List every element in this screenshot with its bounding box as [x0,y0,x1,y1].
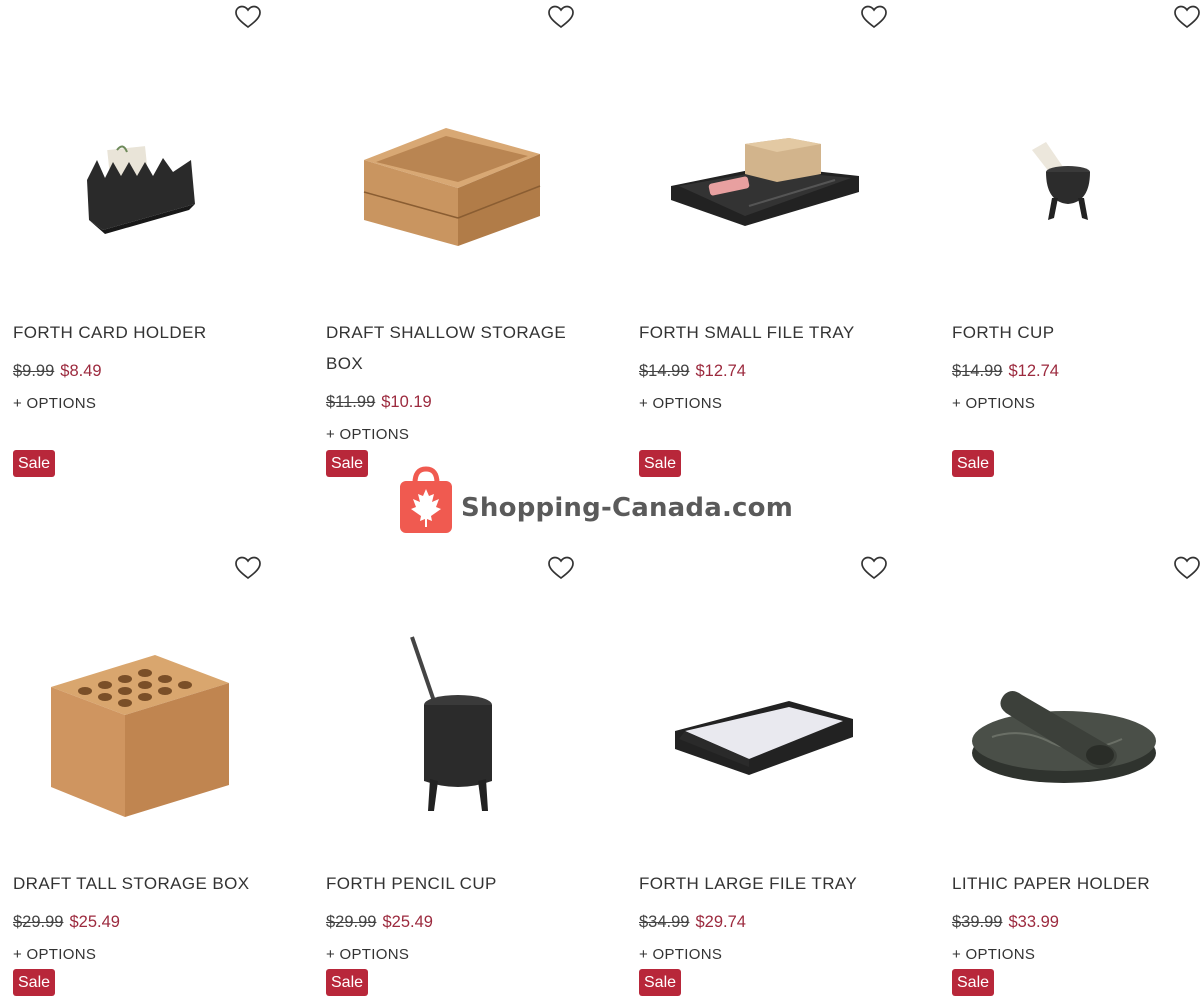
product-image[interactable] [13,621,285,841]
options-link[interactable]: + OPTIONS [326,946,409,963]
sale-badge: Sale [13,450,56,477]
product-image[interactable] [952,70,1200,290]
sale-badge: Sale [639,969,682,996]
sale-badge: Sale [326,450,369,477]
sale-price: $25.49 [382,913,433,931]
original-price: $9.99 [13,362,55,380]
wishlist-heart-icon[interactable] [1173,555,1200,581]
sale-badge: Sale [952,450,995,477]
product-image[interactable] [326,70,598,290]
price-row: $29.99 $25.49 [13,913,120,932]
wishlist-heart-icon[interactable] [860,555,888,581]
wishlist-heart-icon[interactable] [1173,4,1200,30]
wishlist-heart-icon[interactable] [860,4,888,30]
sale-price: $8.49 [60,362,102,380]
product-image[interactable] [639,70,911,290]
price-row: $29.99 $25.49 [326,913,433,932]
product-image[interactable] [952,621,1200,841]
wishlist-heart-icon[interactable] [547,4,575,30]
product-title[interactable]: FORTH LARGE FILE TRAY [639,868,899,899]
original-price: $34.99 [639,913,690,931]
sale-badge: Sale [13,969,56,996]
options-link[interactable]: + OPTIONS [326,426,409,443]
options-link[interactable]: + OPTIONS [13,395,96,412]
original-price: $14.99 [952,362,1003,380]
product-title[interactable]: FORTH CARD HOLDER [13,317,273,348]
sale-badge: Sale [326,969,369,996]
wishlist-heart-icon[interactable] [547,555,575,581]
options-link[interactable]: + OPTIONS [639,395,722,412]
original-price: $29.99 [326,913,377,931]
price-row: $9.99 $8.49 [13,362,102,381]
wishlist-heart-icon[interactable] [234,555,262,581]
price-row: $11.99 $10.19 [326,393,432,412]
options-link[interactable]: + OPTIONS [639,946,722,963]
price-row: $14.99 $12.74 [639,362,746,381]
product-image[interactable] [326,621,598,841]
sale-price: $25.49 [69,913,120,931]
product-title[interactable]: FORTH CUP [952,317,1200,348]
watermark-text: Shopping-Canada.com [461,493,794,523]
sale-price: $10.19 [381,393,432,411]
watermark: Shopping-Canada.com [399,465,794,540]
product-title[interactable]: FORTH PENCIL CUP [326,868,586,899]
original-price: $39.99 [952,913,1003,931]
original-price: $14.99 [639,362,690,380]
product-title[interactable]: DRAFT TALL STORAGE BOX [13,868,273,899]
maple-leaf-bag-icon [399,465,453,540]
product-title[interactable]: FORTH SMALL FILE TRAY [639,317,899,348]
wishlist-heart-icon[interactable] [234,4,262,30]
sale-price: $33.99 [1008,913,1059,931]
price-row: $34.99 $29.74 [639,913,746,932]
sale-price: $12.74 [695,362,746,380]
options-link[interactable]: + OPTIONS [13,946,96,963]
product-image[interactable] [13,70,285,290]
product-image[interactable] [639,621,911,841]
sale-badge: Sale [952,969,995,996]
sale-price: $12.74 [1008,362,1059,380]
price-row: $14.99 $12.74 [952,362,1059,381]
product-title[interactable]: LITHIC PAPER HOLDER [952,868,1200,899]
sale-price: $29.74 [695,913,746,931]
options-link[interactable]: + OPTIONS [952,395,1035,412]
product-title[interactable]: DRAFT SHALLOW STORAGE BOX [326,317,576,379]
price-row: $39.99 $33.99 [952,913,1059,932]
options-link[interactable]: + OPTIONS [952,946,1035,963]
original-price: $11.99 [326,393,376,411]
original-price: $29.99 [13,913,64,931]
